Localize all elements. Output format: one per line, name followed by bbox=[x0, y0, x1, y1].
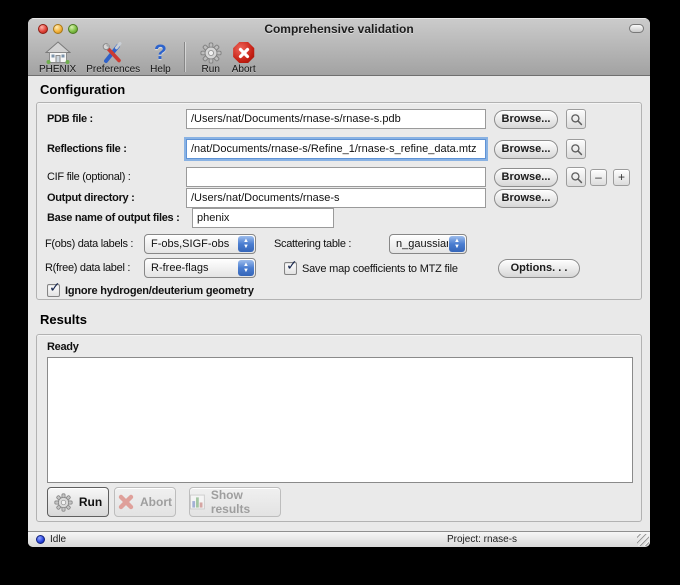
results-heading: Results bbox=[40, 312, 87, 327]
cif-remove-button[interactable]: – bbox=[590, 169, 607, 186]
window-chrome: Comprehensive validation bbox=[28, 18, 650, 76]
ignore-hydrogen-checkbox[interactable]: ✓ bbox=[47, 284, 60, 297]
popup-arrows-icon: ▲▼ bbox=[449, 236, 465, 252]
configuration-groupbox: PDB file : Browse... Reflections file : … bbox=[36, 102, 642, 300]
pdb-file-label: PDB file : bbox=[47, 109, 93, 129]
cif-file-input[interactable] bbox=[186, 167, 486, 187]
output-directory-label: Output directory : bbox=[47, 188, 135, 208]
check-icon: ✓ bbox=[286, 257, 298, 274]
window-title: Comprehensive validation bbox=[28, 22, 650, 36]
cif-file-label: CIF file (optional) : bbox=[47, 167, 131, 187]
ignore-hydrogen-label: Ignore hydrogen/deuterium geometry bbox=[65, 285, 254, 297]
toolbar-item-run[interactable]: Run bbox=[195, 41, 227, 75]
toolbar-item-phenix[interactable]: PHENIX bbox=[34, 41, 81, 75]
titlebar[interactable]: Comprehensive validation bbox=[28, 18, 650, 40]
ignore-hydrogen-checkbox-row: ✓ Ignore hydrogen/deuterium geometry bbox=[47, 283, 254, 298]
stop-icon bbox=[233, 41, 255, 64]
save-map-checkbox[interactable]: ✓ bbox=[284, 262, 297, 275]
search-icon bbox=[570, 113, 583, 126]
fobs-labels-label: F(obs) data labels : bbox=[45, 234, 133, 254]
check-icon: ✓ bbox=[49, 279, 61, 296]
save-map-checkbox-row: ✓ Save map coefficients to MTZ file bbox=[284, 261, 458, 276]
toolbar-label-preferences: Preferences bbox=[86, 64, 140, 75]
configuration-heading: Configuration bbox=[40, 82, 125, 97]
reflections-browse-button[interactable]: Browse... bbox=[494, 140, 558, 159]
rfree-label-value: R-free-flags bbox=[145, 259, 237, 277]
gear-icon bbox=[200, 41, 222, 64]
project-label: Project: rnase-s bbox=[447, 534, 517, 545]
status-led-icon bbox=[36, 535, 45, 544]
reflections-file-input[interactable] bbox=[186, 139, 486, 159]
results-status-text: Ready bbox=[47, 337, 79, 357]
toolbar-label-phenix: PHENIX bbox=[39, 64, 76, 75]
question-icon: ? bbox=[154, 41, 167, 64]
base-name-label: Base name of output files : bbox=[47, 208, 179, 228]
home-icon bbox=[45, 41, 71, 64]
toolbar-separator bbox=[184, 42, 185, 72]
base-name-input[interactable] bbox=[192, 208, 334, 228]
toolbar-label-help: Help bbox=[150, 64, 171, 75]
abort-button-label: Abort bbox=[140, 495, 172, 509]
toolbar-label-run: Run bbox=[202, 64, 220, 75]
cif-search-icon-button[interactable] bbox=[566, 167, 586, 187]
cif-add-button[interactable]: + bbox=[613, 169, 630, 186]
resize-grip[interactable] bbox=[637, 534, 649, 546]
run-button-label: Run bbox=[79, 495, 102, 509]
tools-icon bbox=[101, 41, 125, 64]
main-content: Configuration PDB file : Browse... Refle… bbox=[28, 76, 650, 531]
gear-icon bbox=[54, 493, 73, 512]
show-results-button-label: Show results bbox=[211, 488, 280, 516]
reflections-file-label: Reflections file : bbox=[47, 139, 127, 159]
toolbar-item-abort[interactable]: Abort bbox=[227, 41, 261, 75]
scattering-table-dropdown[interactable]: n_gaussian ▲▼ bbox=[389, 234, 467, 254]
cif-browse-button[interactable]: Browse... bbox=[494, 168, 558, 187]
reflections-search-icon-button[interactable] bbox=[566, 139, 586, 159]
rfree-label-label: R(free) data label : bbox=[45, 258, 130, 278]
show-results-button[interactable]: Show results bbox=[189, 487, 281, 517]
scattering-table-value: n_gaussian bbox=[390, 235, 448, 253]
output-directory-browse-button[interactable]: Browse... bbox=[494, 189, 558, 208]
toolbar-item-preferences[interactable]: Preferences bbox=[81, 41, 145, 75]
pdb-file-input[interactable] bbox=[186, 109, 486, 129]
popup-arrows-icon: ▲▼ bbox=[238, 236, 254, 252]
search-icon bbox=[570, 171, 583, 184]
abort-x-icon bbox=[118, 494, 134, 510]
fobs-labels-dropdown[interactable]: F-obs,SIGF-obs ▲▼ bbox=[144, 234, 256, 254]
save-map-label: Save map coefficients to MTZ file bbox=[302, 263, 458, 275]
pdb-search-icon-button[interactable] bbox=[566, 109, 586, 129]
abort-button[interactable]: Abort bbox=[114, 487, 176, 517]
toolbar: PHENIX Preferences bbox=[28, 40, 650, 76]
status-text: Idle bbox=[50, 534, 66, 545]
screen-background: Comprehensive validation bbox=[0, 0, 680, 585]
bar-chart-icon bbox=[190, 494, 205, 510]
popup-arrows-icon: ▲▼ bbox=[238, 260, 254, 276]
run-button[interactable]: Run bbox=[47, 487, 109, 517]
rfree-label-dropdown[interactable]: R-free-flags ▲▼ bbox=[144, 258, 256, 278]
app-window: Comprehensive validation bbox=[28, 18, 650, 547]
scattering-table-label: Scattering table : bbox=[274, 234, 351, 254]
results-groupbox: Ready Run bbox=[36, 334, 642, 522]
pdb-browse-button[interactable]: Browse... bbox=[494, 110, 558, 129]
results-log[interactable] bbox=[47, 357, 633, 483]
search-icon bbox=[570, 143, 583, 156]
fobs-labels-value: F-obs,SIGF-obs bbox=[145, 235, 237, 253]
status-bar: Idle Project: rnase-s bbox=[28, 531, 650, 547]
toolbar-label-abort: Abort bbox=[232, 64, 256, 75]
options-button[interactable]: Options. . . bbox=[498, 259, 580, 278]
output-directory-input[interactable] bbox=[186, 188, 486, 208]
toolbar-toggle-button[interactable] bbox=[629, 24, 644, 33]
toolbar-item-help[interactable]: ? Help bbox=[145, 41, 176, 75]
